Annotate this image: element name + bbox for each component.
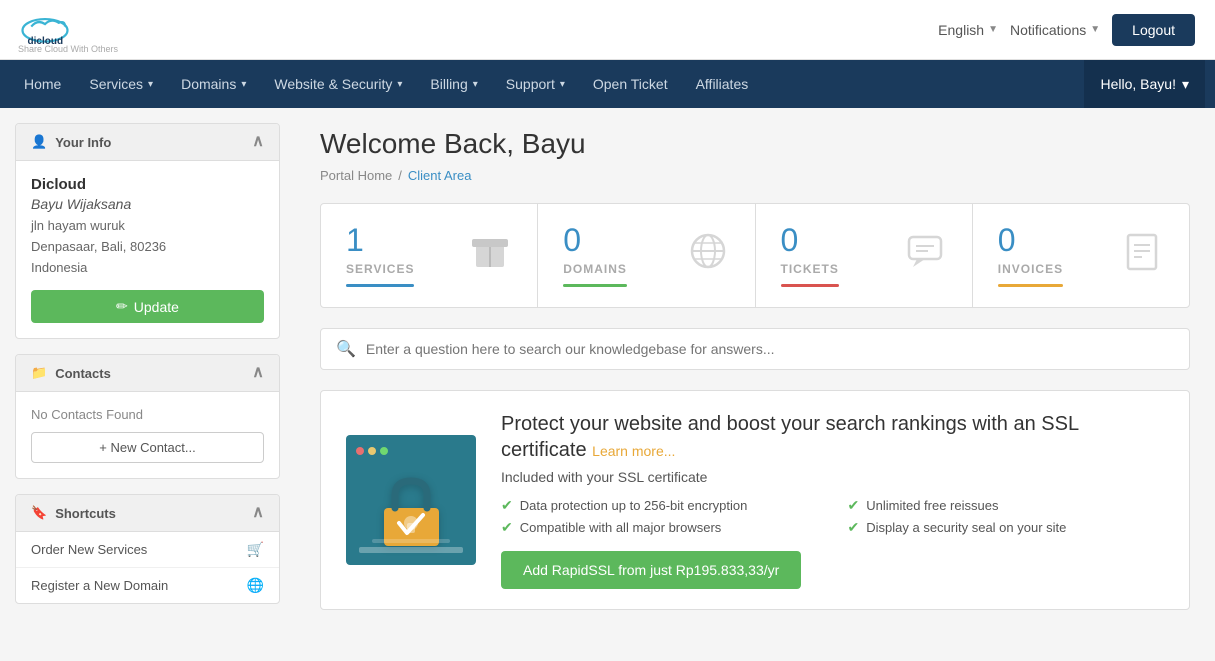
topbar: dicloud Share Cloud With Others English … xyxy=(0,0,1215,60)
address-line1: jln hayam wuruk xyxy=(31,216,264,237)
address-line2: Denpasaar, Bali, 80236 xyxy=(31,237,264,258)
globe-icon: 🌐 xyxy=(247,577,264,594)
search-input[interactable] xyxy=(366,341,1174,357)
stat-tickets[interactable]: 0 TICKETS xyxy=(756,204,973,307)
nav-item-domains[interactable]: Domains ▾ xyxy=(167,60,260,108)
ssl-illustration xyxy=(346,435,476,565)
address-line3: Indonesia xyxy=(31,258,264,279)
breadcrumb-separator: / xyxy=(398,168,402,183)
logo-area: dicloud Share Cloud With Others xyxy=(20,10,118,50)
breadcrumb-home-link[interactable]: Portal Home xyxy=(320,168,392,183)
logout-button[interactable]: Logout xyxy=(1112,14,1195,46)
language-chevron-icon: ▼ xyxy=(988,24,998,35)
nav-item-billing[interactable]: Billing ▾ xyxy=(416,60,491,108)
contacts-collapse-button[interactable]: ∧ xyxy=(252,365,264,381)
notifications-button[interactable]: Notifications ▼ xyxy=(1010,22,1100,38)
no-contacts-message: No Contacts Found xyxy=(31,407,264,422)
check-icon-2: ✔ xyxy=(501,519,513,536)
contacts-header: 📁 Contacts ∧ xyxy=(16,355,279,392)
user-menu-caret-icon: ▾ xyxy=(1182,76,1189,93)
ssl-promo-title: Protect your website and boost your sear… xyxy=(501,411,1164,463)
contacts-body: No Contacts Found + New Contact... xyxy=(16,392,279,478)
stat-invoices[interactable]: 0 INVOICES xyxy=(973,204,1189,307)
breadcrumb: Portal Home / Client Area xyxy=(320,168,1190,183)
tickets-underline xyxy=(781,284,839,287)
support-caret-icon: ▾ xyxy=(560,79,565,90)
shortcuts-list: Order New Services 🛒 Register a New Doma… xyxy=(16,532,279,603)
top-right-actions: English ▼ Notifications ▼ Logout xyxy=(938,14,1195,46)
sidebar: 👤 Your Info ∧ Dicloud Bayu Wijaksana jln… xyxy=(0,108,295,661)
check-icon-3: ✔ xyxy=(848,497,860,514)
nav-item-affiliates[interactable]: Affiliates xyxy=(682,60,763,108)
billing-caret-icon: ▾ xyxy=(473,79,478,90)
services-underline xyxy=(346,284,414,287)
nav-item-website-security[interactable]: Website & Security ▾ xyxy=(260,60,416,108)
shortcut-order-services[interactable]: Order New Services 🛒 xyxy=(16,532,279,568)
ssl-learn-more-link[interactable]: Learn more... xyxy=(592,443,675,459)
logo-subtext: Share Cloud With Others xyxy=(18,44,118,54)
bookmark-icon: 🔖 xyxy=(31,505,47,521)
invoices-underline xyxy=(998,284,1063,287)
company-name: Dicloud xyxy=(31,176,264,193)
add-rapidssl-button[interactable]: Add RapidSSL from just Rp195.833,33/yr xyxy=(501,551,801,589)
nav-item-open-ticket[interactable]: Open Ticket xyxy=(579,60,682,108)
shortcuts-collapse-button[interactable]: ∧ xyxy=(252,505,264,521)
new-contact-button[interactable]: + New Contact... xyxy=(31,432,264,463)
domains-caret-icon: ▾ xyxy=(241,79,246,90)
services-caret-icon: ▾ xyxy=(148,79,153,90)
ssl-text-content: Protect your website and boost your sear… xyxy=(501,411,1164,589)
ssl-feature-1: ✔ Data protection up to 256-bit encrypti… xyxy=(501,497,818,514)
check-icon-4: ✔ xyxy=(848,519,860,536)
invoice-icon xyxy=(1120,229,1164,282)
language-selector[interactable]: English ▼ xyxy=(938,22,998,38)
nav-item-home[interactable]: Home xyxy=(10,60,75,108)
your-info-card: 👤 Your Info ∧ Dicloud Bayu Wijaksana jln… xyxy=(15,123,280,339)
shortcut-register-domain[interactable]: Register a New Domain 🌐 xyxy=(16,568,279,603)
page-layout: 👤 Your Info ∧ Dicloud Bayu Wijaksana jln… xyxy=(0,108,1215,661)
dot-green xyxy=(380,447,388,455)
cart-icon: 🛒 xyxy=(247,541,264,558)
domains-underline xyxy=(563,284,627,287)
stats-row: 1 SERVICES 0 DOMAINS xyxy=(320,203,1190,308)
page-title: Welcome Back, Bayu xyxy=(320,128,1190,160)
update-info-button[interactable]: ✏ Update xyxy=(31,290,264,323)
nav-item-support[interactable]: Support ▾ xyxy=(492,60,579,108)
ssl-included-text: Included with your SSL certificate xyxy=(501,469,1164,485)
chat-icon xyxy=(903,229,947,282)
nav-item-services[interactable]: Services ▾ xyxy=(75,60,167,108)
stat-domains[interactable]: 0 DOMAINS xyxy=(538,204,755,307)
hello-user-button[interactable]: Hello, Bayu! ▾ xyxy=(1084,60,1205,108)
ssl-feature-2: ✔ Compatible with all major browsers xyxy=(501,519,818,536)
folder-icon: 📁 xyxy=(31,365,47,381)
dot-yellow xyxy=(368,447,376,455)
globe-stat-icon xyxy=(686,229,730,282)
main-content: Welcome Back, Bayu Portal Home / Client … xyxy=(295,108,1215,661)
shortcuts-header: 🔖 Shortcuts ∧ xyxy=(16,495,279,532)
shortcuts-card: 🔖 Shortcuts ∧ Order New Services 🛒 Regis… xyxy=(15,494,280,604)
navbar: Home Services ▾ Domains ▾ Website & Secu… xyxy=(0,60,1215,108)
check-icon-1: ✔ xyxy=(501,497,513,514)
your-info-body: Dicloud Bayu Wijaksana jln hayam wuruk D… xyxy=(16,161,279,338)
your-info-header: 👤 Your Info ∧ xyxy=(16,124,279,161)
ssl-promo-banner: Protect your website and boost your sear… xyxy=(320,390,1190,610)
ssl-feature-3: ✔ Unlimited free reissues xyxy=(848,497,1165,514)
website-security-caret-icon: ▾ xyxy=(397,79,402,90)
ssl-features-list: ✔ Data protection up to 256-bit encrypti… xyxy=(501,497,1164,536)
stat-services[interactable]: 1 SERVICES xyxy=(321,204,538,307)
person-name: Bayu Wijaksana xyxy=(31,196,264,212)
dot-red xyxy=(356,447,364,455)
contacts-card: 📁 Contacts ∧ No Contacts Found + New Con… xyxy=(15,354,280,479)
box-icon xyxy=(468,229,512,282)
breadcrumb-current: Client Area xyxy=(408,168,472,183)
nav-user-area: Hello, Bayu! ▾ xyxy=(1084,60,1205,108)
your-info-collapse-button[interactable]: ∧ xyxy=(252,134,264,150)
notifications-chevron-icon: ▼ xyxy=(1090,24,1100,35)
ssl-feature-4: ✔ Display a security seal on your site xyxy=(848,519,1165,536)
search-bar: 🔍 xyxy=(320,328,1190,370)
search-icon: 🔍 xyxy=(336,339,356,359)
lock-svg-icon xyxy=(379,473,444,548)
user-icon: 👤 xyxy=(31,134,47,150)
pencil-icon: ✏ xyxy=(116,298,128,315)
